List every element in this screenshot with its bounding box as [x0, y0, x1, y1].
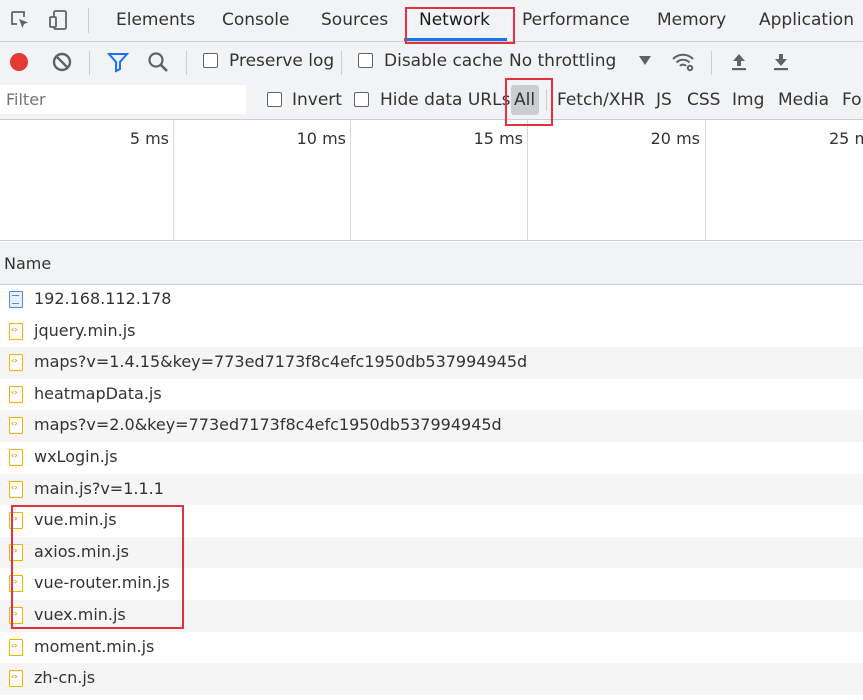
timeline-overview[interactable]: 5 ms 10 ms 15 ms 20 ms 25 ms: [0, 120, 863, 241]
timeline-tick-label: 5 ms: [129, 129, 169, 148]
script-file-icon: [9, 575, 23, 593]
network-conditions-icon[interactable]: [671, 50, 695, 74]
import-har-icon[interactable]: [727, 50, 751, 74]
request-list: 192.168.112.178 jquery.min.js maps?v=1.4…: [0, 284, 863, 695]
timeline-tick-label: 20 ms: [650, 129, 700, 148]
request-row[interactable]: maps?v=1.4.15&key=773ed7173f8c4efc1950db…: [0, 347, 863, 379]
request-name: vue.min.js: [34, 510, 117, 530]
script-file-icon: [9, 543, 23, 561]
toolbar-divider: [546, 89, 547, 111]
type-filter-font[interactable]: Fo: [842, 90, 862, 110]
timeline-tick-label: 15 ms: [473, 129, 523, 148]
toolbar-divider: [341, 51, 342, 75]
request-name: axios.min.js: [34, 541, 129, 561]
script-file-icon: [9, 385, 23, 403]
tab-network[interactable]: Network: [407, 0, 502, 41]
request-name: zh-cn.js: [34, 668, 96, 688]
disable-cache-checkbox[interactable]: [358, 53, 373, 68]
timeline-gridline: [173, 120, 174, 240]
document-icon: [9, 291, 23, 308]
network-toolbar: Preserve log Disable cache No throttling: [0, 42, 863, 83]
request-row[interactable]: 192.168.112.178: [0, 284, 863, 316]
request-row[interactable]: jquery.min.js: [0, 316, 863, 348]
disable-cache-label[interactable]: Disable cache: [384, 51, 503, 71]
request-row[interactable]: zh-cn.js: [0, 663, 863, 695]
hide-data-urls-checkbox[interactable]: [354, 92, 369, 107]
type-filter-img[interactable]: Img: [732, 90, 764, 110]
hide-data-urls-label[interactable]: Hide data URLs: [380, 90, 510, 110]
script-file-icon: [9, 417, 23, 435]
devtools-tab-bar: Elements Console Sources Network Perform…: [0, 0, 863, 42]
request-name: main.js?v=1.1.1: [34, 478, 164, 498]
preserve-log-label[interactable]: Preserve log: [229, 51, 334, 71]
throttling-select[interactable]: No throttling: [509, 51, 616, 71]
script-file-icon: [9, 638, 23, 656]
request-name: 192.168.112.178: [34, 289, 172, 308]
request-name: heatmapData.js: [34, 383, 162, 403]
script-file-icon: [9, 322, 23, 340]
script-file-icon: [9, 512, 23, 530]
type-filter-fetch-xhr[interactable]: Fetch/XHR: [557, 90, 645, 110]
filter-icon[interactable]: [106, 50, 130, 74]
request-name: vue-router.min.js: [34, 573, 170, 593]
active-tab-indicator: [404, 38, 507, 41]
request-row[interactable]: wxLogin.js: [0, 442, 863, 474]
timeline-gridline: [705, 120, 706, 240]
request-row[interactable]: maps?v=2.0&key=773ed7173f8c4efc1950db537…: [0, 410, 863, 442]
toolbar-divider: [186, 51, 187, 75]
request-row[interactable]: vue.min.js: [0, 505, 863, 537]
request-name: vuex.min.js: [34, 604, 126, 624]
request-name: jquery.min.js: [34, 320, 136, 340]
name-column-header[interactable]: Name: [0, 242, 863, 285]
request-name: wxLogin.js: [34, 446, 118, 466]
tab-sources[interactable]: Sources: [309, 0, 400, 41]
invert-label[interactable]: Invert: [292, 90, 342, 110]
name-column-label: Name: [4, 254, 52, 273]
tab-console[interactable]: Console: [210, 0, 302, 41]
script-file-icon: [9, 670, 23, 688]
search-icon[interactable]: [146, 50, 170, 74]
request-row[interactable]: axios.min.js: [0, 536, 863, 569]
clear-icon[interactable]: [50, 50, 74, 74]
type-filter-all[interactable]: All: [514, 90, 535, 110]
request-row[interactable]: heatmapData.js: [0, 379, 863, 411]
request-row[interactable]: vuex.min.js: [0, 599, 863, 632]
request-row[interactable]: main.js?v=1.1.1: [0, 473, 863, 506]
timeline-tick-label: 25 ms: [829, 129, 863, 148]
timeline-gridline: [350, 120, 351, 240]
toolbar-divider: [711, 51, 712, 75]
request-row[interactable]: vue-router.min.js: [0, 568, 863, 600]
timeline-gridline: [527, 120, 528, 240]
record-icon[interactable]: [7, 50, 31, 74]
request-name: moment.min.js: [34, 636, 155, 656]
type-filter-media[interactable]: Media: [778, 90, 829, 110]
tab-elements[interactable]: Elements: [104, 0, 207, 41]
tab-memory[interactable]: Memory: [645, 0, 738, 41]
script-file-icon: [9, 606, 23, 624]
type-filter-js[interactable]: JS: [656, 90, 672, 110]
request-name: maps?v=2.0&key=773ed7173f8c4efc1950db537…: [34, 415, 502, 435]
script-file-icon: [9, 354, 23, 372]
request-name: maps?v=1.4.15&key=773ed7173f8c4efc1950db…: [34, 352, 528, 372]
inspect-element-icon[interactable]: [9, 9, 31, 31]
toolbar-divider: [89, 51, 90, 75]
invert-checkbox[interactable]: [267, 92, 282, 107]
request-row[interactable]: moment.min.js: [0, 632, 863, 664]
tab-performance[interactable]: Performance: [510, 0, 642, 41]
timeline-tick-label: 10 ms: [296, 129, 346, 148]
script-file-icon: [9, 448, 23, 466]
script-file-icon: [9, 480, 23, 498]
device-toolbar-icon[interactable]: [48, 9, 70, 31]
dropdown-arrow-icon[interactable]: [639, 56, 651, 66]
filter-input[interactable]: [0, 85, 246, 114]
tab-application[interactable]: Application: [747, 0, 863, 41]
toolbar-divider: [88, 8, 89, 33]
type-filter-css[interactable]: CSS: [687, 90, 720, 110]
preserve-log-checkbox[interactable]: [203, 53, 218, 68]
export-har-icon[interactable]: [769, 50, 793, 74]
